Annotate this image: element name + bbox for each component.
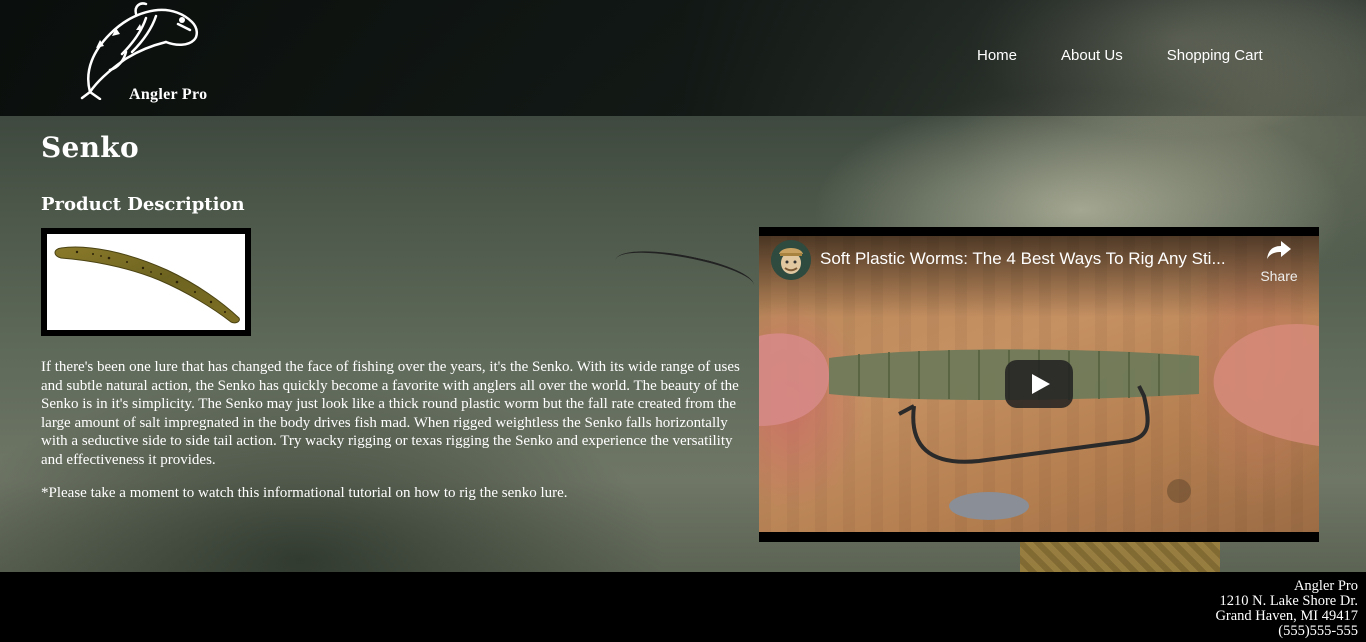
background-fishing-rod	[612, 240, 757, 305]
logo-text: Angler Pro	[129, 86, 208, 103]
share-label: Share	[1260, 268, 1298, 284]
share-button[interactable]: Share	[1257, 239, 1301, 284]
video-title-bar	[759, 227, 1319, 317]
senko-worm-image	[54, 246, 240, 324]
footer-address: Angler Pro 1210 N. Lake Shore Dr. Grand …	[1215, 579, 1358, 639]
footer-street: 1210 N. Lake Shore Dr.	[1219, 593, 1358, 609]
tutorial-note: *Please take a moment to watch this info…	[41, 485, 568, 501]
play-button[interactable]	[1005, 360, 1073, 408]
video-title[interactable]: Soft Plastic Worms: The 4 Best Ways To R…	[820, 249, 1250, 269]
nav-home-link[interactable]: Home	[977, 47, 1017, 64]
site-footer: Angler Pro 1210 N. Lake Shore Dr. Grand …	[0, 572, 1366, 642]
product-image	[41, 228, 251, 336]
site-header: Angler Pro Home About Us Shopping Cart	[0, 0, 1366, 116]
bass-fish-icon	[80, 2, 198, 100]
channel-avatar[interactable]	[771, 240, 811, 280]
site-logo[interactable]: Angler Pro	[80, 0, 240, 110]
nav-shopping-cart-link[interactable]: Shopping Cart	[1167, 47, 1263, 64]
footer-city: Grand Haven, MI 49417	[1215, 608, 1358, 624]
product-description-text: If there's been one lure that has change…	[41, 359, 740, 468]
page-title: Senko	[41, 131, 139, 164]
share-arrow-icon	[1267, 241, 1291, 259]
product-description-heading: Product Description	[41, 194, 245, 215]
footer-phone: (555)555-555	[1278, 623, 1358, 639]
channel-avatar-icon	[771, 240, 811, 280]
youtube-video-embed[interactable]: Soft Plastic Worms: The 4 Best Ways To R…	[759, 227, 1319, 542]
main-nav: Home About Us Shopping Cart	[977, 47, 1307, 64]
nav-about-us-link[interactable]: About Us	[1061, 47, 1123, 64]
footer-company-name: Angler Pro	[1293, 578, 1358, 594]
